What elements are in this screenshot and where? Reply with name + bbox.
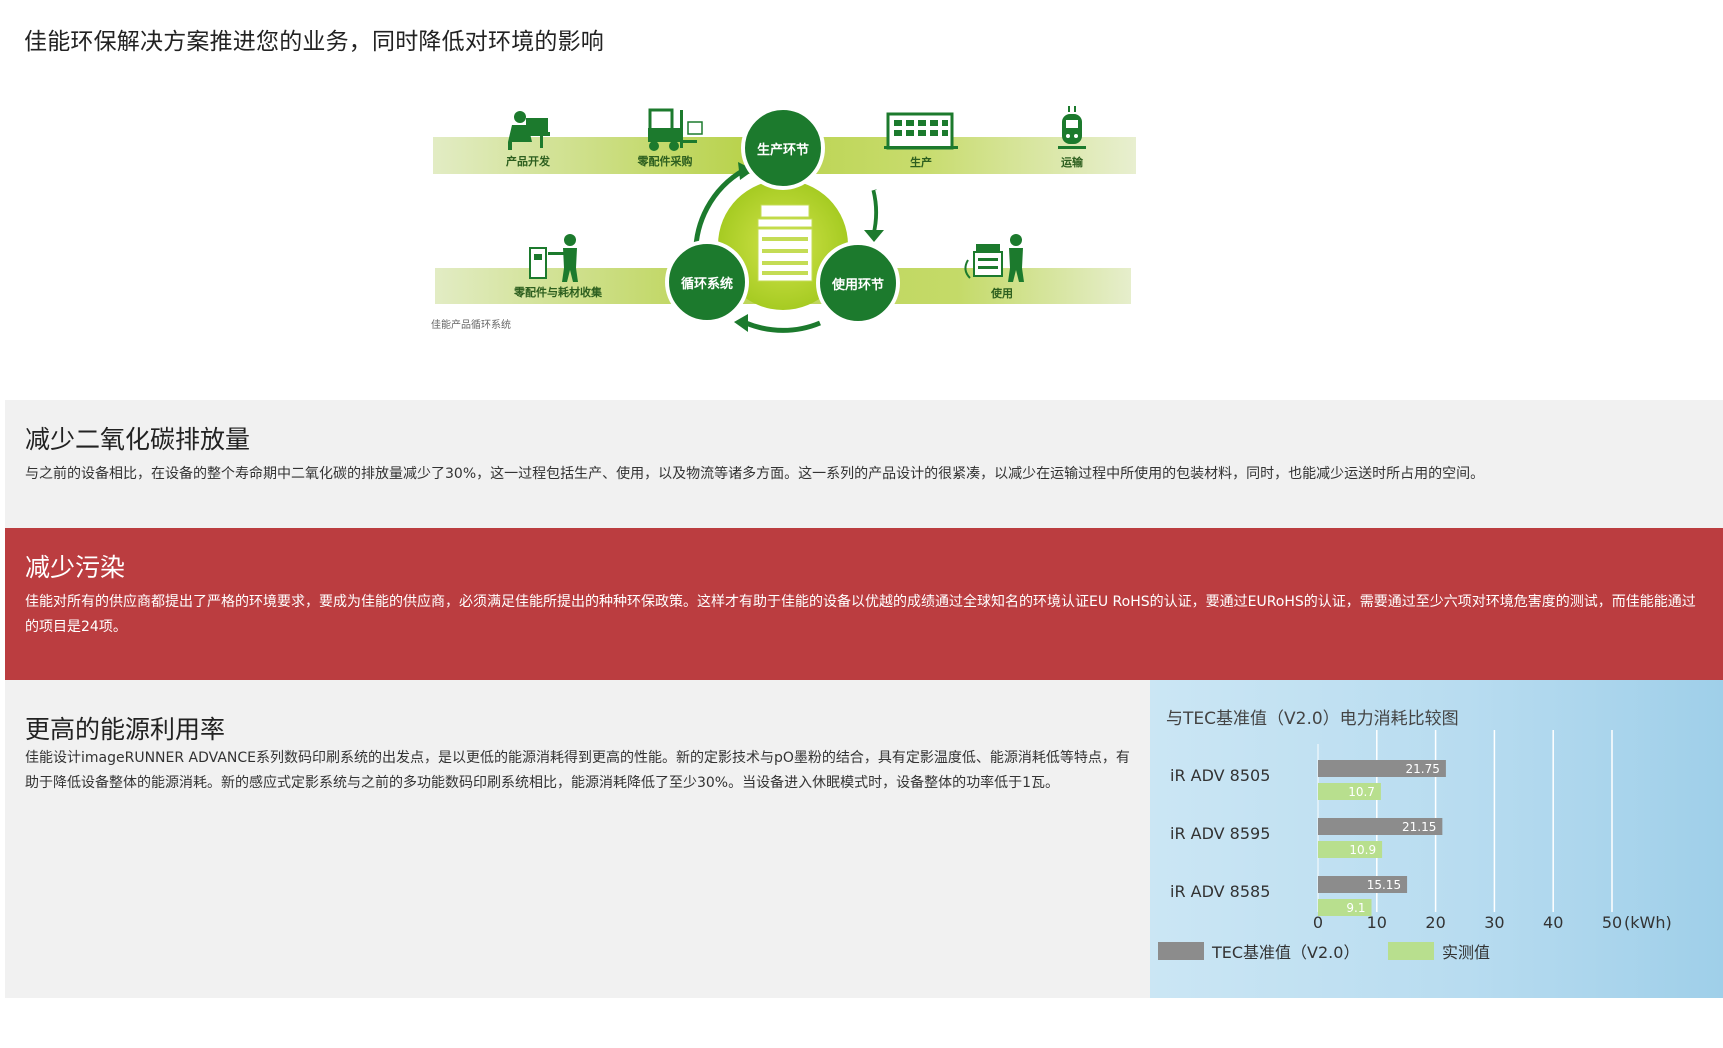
label-parts-collection: 零配件与耗材收集 <box>513 285 603 299</box>
section-co2-reduction: 减少二氧化碳排放量 与之前的设备相比，在设备的整个寿命期中二氧化碳的排放量减少了… <box>5 400 1723 528</box>
node-production: 生产环节 <box>741 106 825 190</box>
legend-label-tec: TEC基准值（V2.0） <box>1211 943 1359 962</box>
legend-swatch-tec <box>1158 942 1204 960</box>
label-use: 使用 <box>990 286 1013 300</box>
x-unit-label: (kWh) <box>1624 913 1672 932</box>
x-tick-label: 50 <box>1602 913 1622 932</box>
bar-value-label: 10.7 <box>1348 785 1375 799</box>
page-title: 佳能环保解决方案推进您的业务，同时降低对环境的影响 <box>24 29 604 55</box>
energy-comparison-chart: 与TEC基准值（V2.0）电力消耗比较图 iR ADV 8505 21.75 10.7… <box>1158 709 1672 962</box>
label-transport: 运输 <box>1061 155 1084 169</box>
section-body: 与之前的设备相比，在设备的整个寿命期中二氧化碳的排放量减少了30%，这一过程包括… <box>25 466 1485 482</box>
bar-value-label: 21.75 <box>1406 762 1440 776</box>
node-recycle-label: 循环系统 <box>681 276 733 292</box>
section-title: 减少污染 <box>25 553 126 582</box>
diagram-caption: 佳能产品循环系统 <box>431 318 511 331</box>
section-title: 减少二氧化碳排放量 <box>25 425 251 454</box>
x-tick-label: 0 <box>1313 913 1323 932</box>
node-production-label: 生产环节 <box>757 142 809 158</box>
label-product-development: 产品开发 <box>506 154 551 168</box>
label-manufacturing: 生产 <box>910 155 932 169</box>
bar-value-label: 15.15 <box>1367 878 1401 892</box>
x-tick-label: 10 <box>1367 913 1387 932</box>
bar-value-label: 10.9 <box>1349 843 1376 857</box>
x-tick-label: 40 <box>1543 913 1563 932</box>
node-recycle: 循环系统 <box>665 240 749 324</box>
energy-chart-panel: 与TEC基准值（V2.0）电力消耗比较图 iR ADV 8505 21.75 10.7… <box>1150 680 1723 998</box>
category-label: iR ADV 8595 <box>1170 824 1270 843</box>
copier-icon <box>757 204 813 282</box>
bar-value-label: 9.1 <box>1346 901 1365 915</box>
chart-title: 与TEC基准值（V2.0）电力消耗比较图 <box>1166 709 1459 729</box>
x-tick-label: 20 <box>1425 913 1445 932</box>
bar-value-label: 21.15 <box>1402 820 1436 834</box>
cycle-diagram: 生产环节 使用环节 循环系统 产品开发 零配件采购 生产 运输 零配件与耗材收集… <box>431 106 1136 333</box>
legend-label-measured: 实测值 <box>1442 943 1490 962</box>
section-pollution-reduction: 减少污染 佳能对所有的供应商都提出了严格的环境要求，要成为佳能的供应商，必须满足… <box>5 528 1723 680</box>
factory-icon <box>884 112 958 150</box>
section-title: 更高的能源利用率 <box>25 715 226 744</box>
section-energy-efficiency: 更高的能源利用率 佳能设计imageRUNNER ADVANCE系列数码印刷系统… <box>5 680 1723 998</box>
x-tick-label: 30 <box>1484 913 1504 932</box>
node-use-label: 使用环节 <box>831 277 884 293</box>
category-label: iR ADV 8505 <box>1170 766 1270 785</box>
label-parts-procurement: 零配件采购 <box>637 154 693 168</box>
section-body: 佳能对所有的供应商都提出了严格的环境要求，要成为佳能的供应商，必须满足佳能所提出… <box>25 594 1696 635</box>
legend-swatch-measured <box>1388 942 1434 960</box>
node-use: 使用环节 <box>816 241 900 325</box>
category-label: iR ADV 8585 <box>1170 882 1270 901</box>
section-body: 佳能设计imageRUNNER ADVANCE系列数码印刷系统的出发点，是以更低… <box>25 750 1130 791</box>
